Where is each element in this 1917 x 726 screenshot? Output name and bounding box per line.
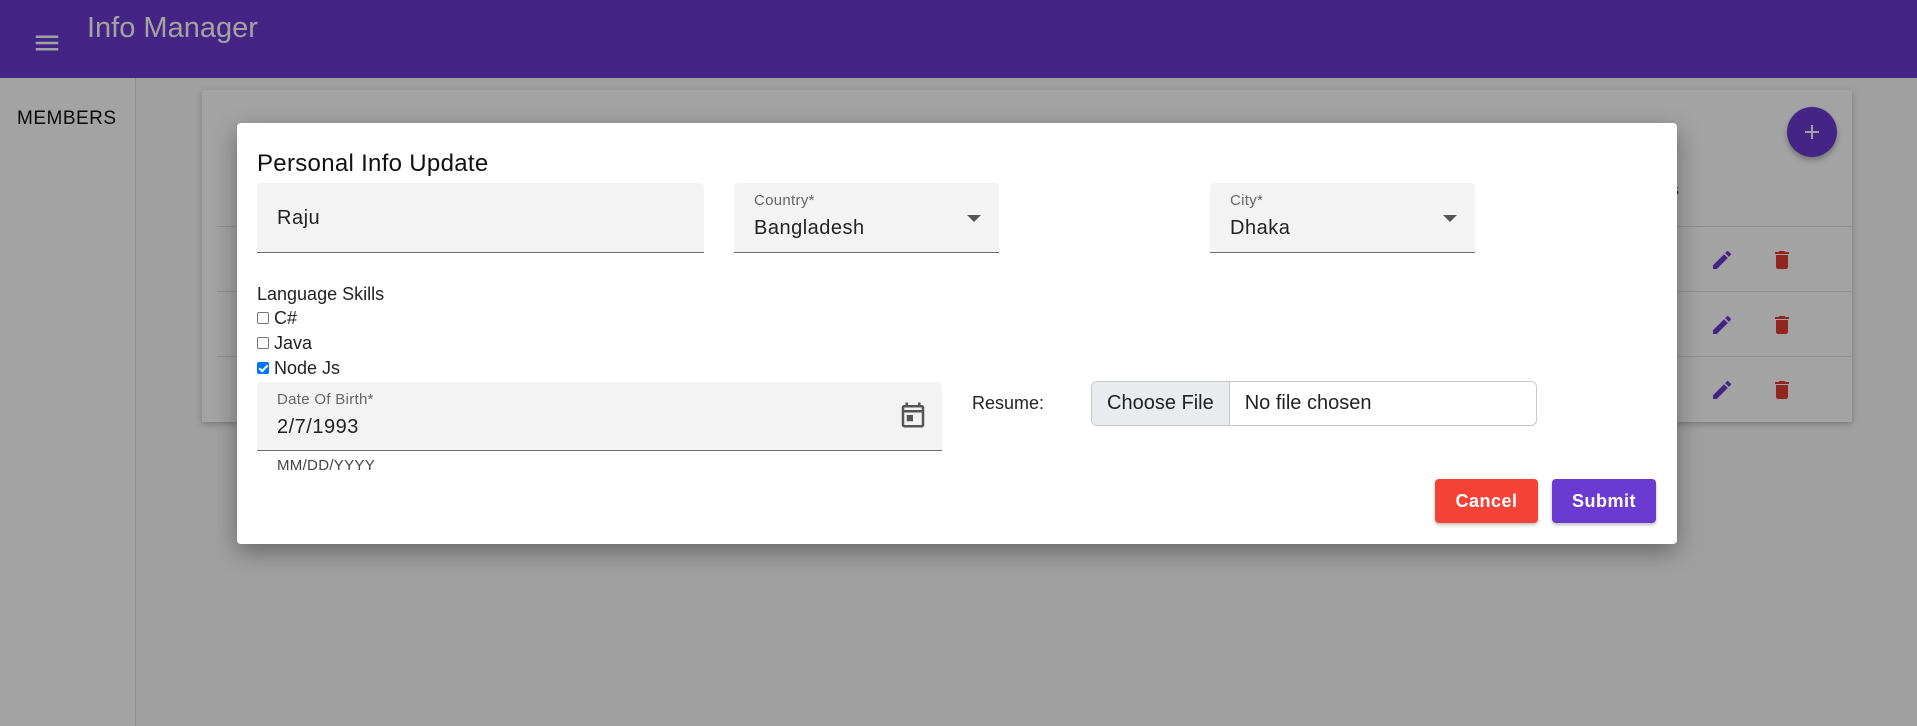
checkbox[interactable]	[257, 312, 269, 324]
cancel-button[interactable]: Cancel	[1435, 479, 1538, 523]
country-select[interactable]: Country* Bangladesh	[734, 183, 999, 253]
name-field[interactable]: Raju	[257, 183, 704, 253]
dob-label: Date Of Birth*	[277, 391, 374, 408]
dialog-title: Personal Info Update	[257, 150, 489, 177]
name-value: Raju	[277, 207, 321, 229]
country-value: Bangladesh	[754, 217, 865, 239]
skill-label: Node Js	[274, 357, 341, 378]
dob-helper-text: MM/DD/YYYY	[277, 457, 376, 474]
submit-button[interactable]: Submit	[1552, 479, 1656, 523]
language-skills-label: Language Skills	[257, 284, 385, 304]
file-status-text: No file chosen	[1244, 392, 1372, 414]
date-of-birth-field[interactable]: Date Of Birth* 2/7/1993	[257, 382, 942, 451]
chevron-down-icon	[967, 215, 981, 222]
skill-label: Java	[274, 332, 313, 353]
skill-option-csharp[interactable]: C#	[257, 306, 297, 330]
city-value: Dhaka	[1230, 217, 1291, 239]
skill-label: C#	[274, 307, 298, 328]
checkbox[interactable]	[257, 362, 269, 374]
city-select[interactable]: City* Dhaka	[1210, 183, 1475, 253]
resume-label: Resume:	[972, 393, 1045, 413]
resume-file-input[interactable]: Choose File No file chosen	[1091, 381, 1537, 426]
dob-value: 2/7/1993	[277, 416, 359, 438]
checkbox[interactable]	[257, 337, 269, 349]
chevron-down-icon	[1443, 215, 1457, 222]
country-label: Country*	[754, 192, 815, 209]
choose-file-button[interactable]: Choose File	[1092, 382, 1230, 425]
calendar-icon	[901, 402, 925, 428]
city-label: City*	[1230, 192, 1264, 209]
calendar-button[interactable]	[898, 400, 928, 430]
skill-option-java[interactable]: Java	[257, 331, 312, 355]
skill-option-nodejs[interactable]: Node Js	[257, 356, 340, 380]
